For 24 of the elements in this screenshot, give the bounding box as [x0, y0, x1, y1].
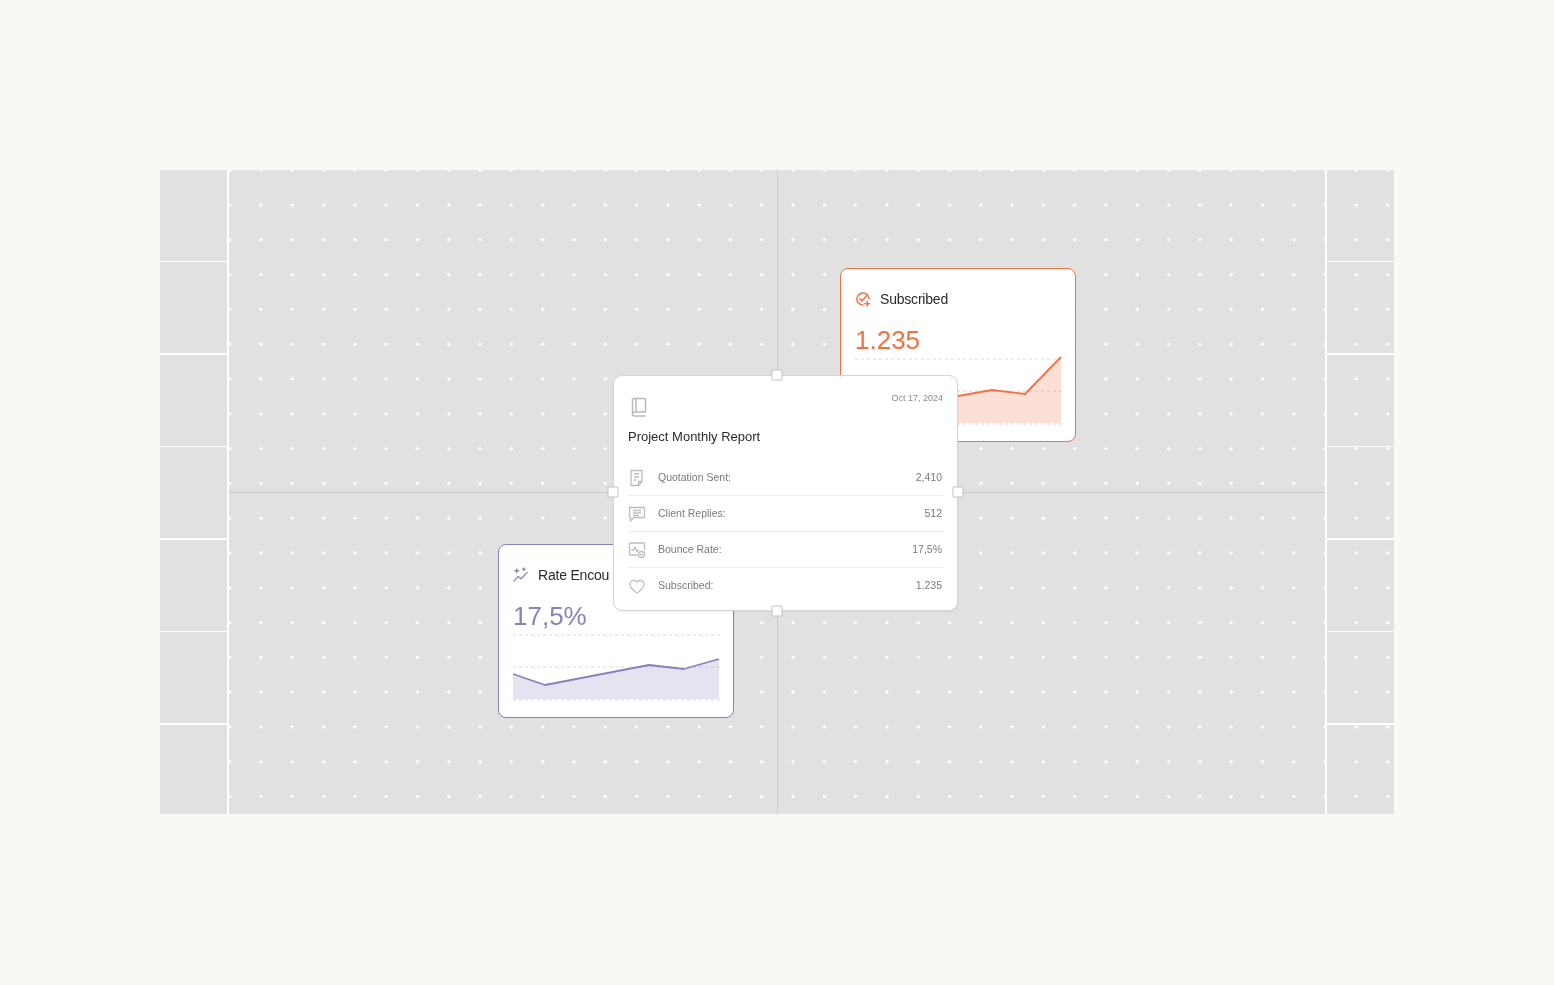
- resize-handle[interactable]: [771, 369, 783, 381]
- row-label: Client Replies:: [658, 505, 726, 521]
- report-title: Project Monthly Report: [628, 428, 761, 446]
- trend-sparkle-icon: [513, 567, 529, 583]
- document-icon: [628, 468, 646, 487]
- check-circle-icon: [855, 291, 871, 307]
- heart-icon: [628, 577, 646, 595]
- row-label: Quotation Sent:: [658, 469, 731, 485]
- row-value: 17,5%: [912, 541, 942, 557]
- card-title: Subscribed: [880, 290, 949, 309]
- row-label: Subscribed:: [658, 578, 714, 594]
- resize-handle[interactable]: [952, 486, 964, 498]
- row-value: 2,410: [915, 469, 942, 485]
- report-date: Oct 17, 2024: [891, 392, 943, 404]
- activity-icon: [628, 540, 646, 559]
- row-label: Bounce Rate:: [658, 541, 722, 557]
- card-title: Rate Encou: [538, 566, 610, 585]
- metric-value: 1.235: [855, 325, 921, 355]
- resize-handle[interactable]: [771, 605, 783, 617]
- row-value: 512: [924, 505, 942, 521]
- resize-handle[interactable]: [607, 486, 619, 498]
- chat-icon: [628, 504, 646, 523]
- metric-value: 17,5%: [513, 601, 587, 631]
- row-value: 1.235: [915, 578, 942, 594]
